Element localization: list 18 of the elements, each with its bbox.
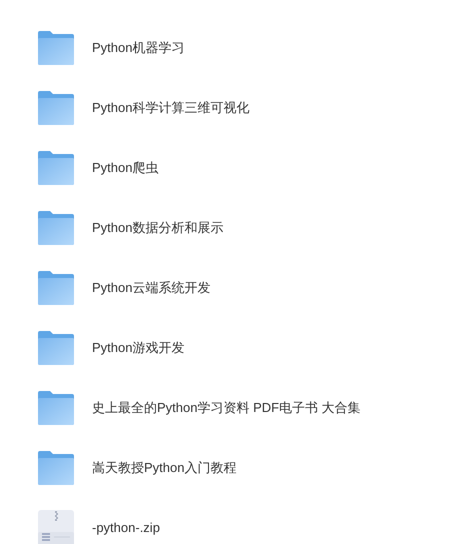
file-name[interactable]: Python游戏开发 [92, 338, 184, 358]
folder-icon [38, 211, 74, 245]
folder-icon [38, 271, 74, 305]
file-name[interactable]: 史上最全的Python学习资料 PDF电子书 大合集 [92, 398, 361, 418]
folder-icon [38, 331, 74, 365]
file-name[interactable]: 嵩天教授Python入门教程 [92, 458, 236, 478]
file-name[interactable]: Python机器学习 [92, 38, 184, 58]
file-name[interactable]: Python数据分析和展示 [92, 218, 224, 238]
file-name[interactable]: Python云端系统开发 [92, 278, 210, 298]
folder-icon [38, 151, 74, 185]
file-name[interactable]: Python科学计算三维可视化 [92, 98, 250, 118]
folder-icon [38, 451, 74, 485]
file-name[interactable]: Python爬虫 [92, 158, 158, 178]
folder-icon [38, 91, 74, 125]
zip-file-icon [38, 510, 74, 544]
folder-icon [38, 31, 74, 65]
file-name[interactable]: -python-.zip [92, 518, 160, 538]
folder-icon [38, 391, 74, 425]
